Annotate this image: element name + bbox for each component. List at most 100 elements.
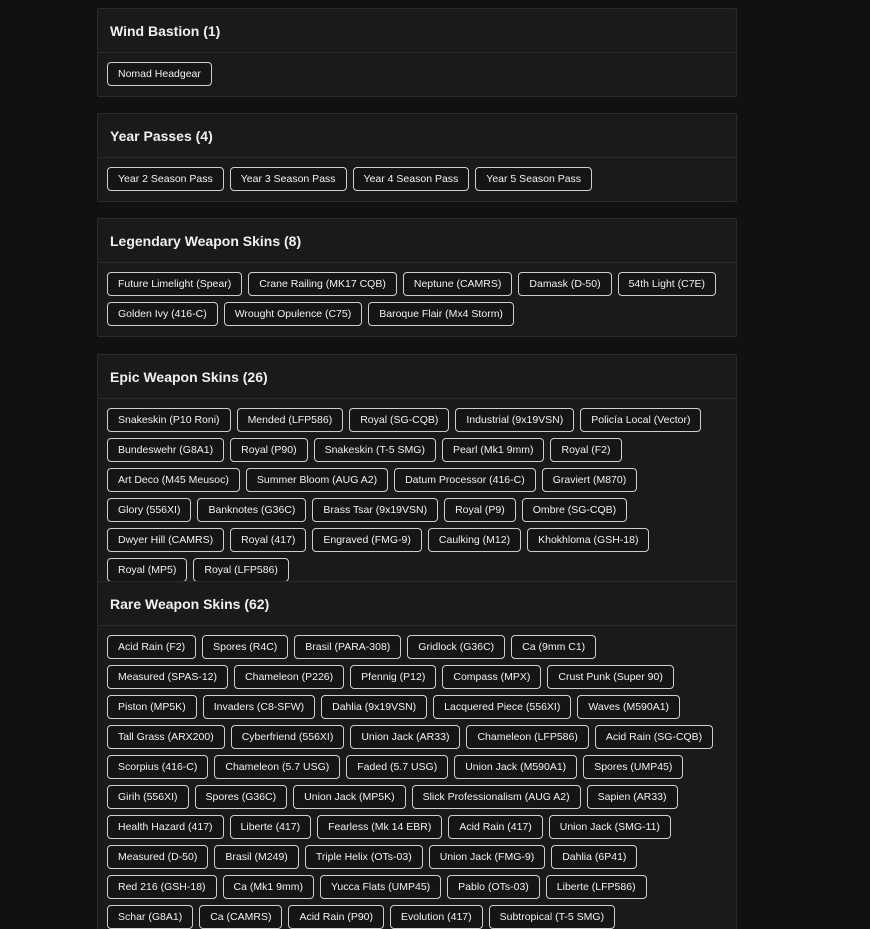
item-chip[interactable]: Health Hazard (417) xyxy=(107,815,224,839)
item-chip[interactable]: Spores (G36C) xyxy=(194,785,288,809)
item-chip[interactable]: Dwyer Hill (CAMRS) xyxy=(107,528,225,552)
item-chip[interactable]: Acid Rain (417) xyxy=(448,815,543,839)
item-chip[interactable]: Crane Railing (MK17 CQB) xyxy=(248,272,397,296)
item-chip[interactable]: Ombre (SG-CQB) xyxy=(521,498,628,522)
section-title: Legendary Weapon Skins (8) xyxy=(98,219,736,263)
item-chip[interactable]: Pearl (Mk1 9mm) xyxy=(441,438,545,462)
item-list: Year 2 Season Pass Year 3 Season Pass Year… xyxy=(98,158,736,201)
item-chip[interactable]: Union Jack (M590A1) xyxy=(454,755,578,779)
item-chip[interactable]: Measured (SPAS-12) xyxy=(107,665,229,689)
item-chip[interactable]: Year 5 Season Pass xyxy=(475,167,593,191)
item-chip[interactable]: Banknotes (G36C) xyxy=(197,498,307,522)
item-chip[interactable]: Acid Rain (SG-CQB) xyxy=(594,725,714,749)
item-chip[interactable]: Lacquered Piece (556XI) xyxy=(433,695,572,719)
item-chip[interactable]: Industrial (9x19VSN) xyxy=(455,408,575,432)
item-chip[interactable]: Nomad Headgear xyxy=(107,62,212,86)
item-chip[interactable]: Cyberfriend (556XI) xyxy=(230,725,345,749)
item-chip[interactable]: Sapien (AR33) xyxy=(586,785,678,809)
item-chip[interactable]: Liberte (LFP586) xyxy=(545,875,647,899)
item-chip[interactable]: Year 2 Season Pass xyxy=(107,167,224,191)
item-chip[interactable]: Caulking (M12) xyxy=(427,528,522,552)
item-chip[interactable]: Triple Helix (OTs-03) xyxy=(304,845,423,869)
item-chip[interactable]: Royal (MP5) xyxy=(107,558,188,582)
item-chip[interactable]: Royal (F2) xyxy=(550,438,622,462)
item-chip[interactable]: Policía Local (Vector) xyxy=(580,408,702,432)
item-chip[interactable]: 54th Light (C7E) xyxy=(617,272,717,296)
item-chip[interactable]: Spores (UMP45) xyxy=(583,755,684,779)
item-chip[interactable]: Compass (MPX) xyxy=(442,665,542,689)
item-chip[interactable]: Royal (417) xyxy=(230,528,307,552)
item-chip[interactable]: Yucca Flats (UMP45) xyxy=(319,875,442,899)
section-title: Epic Weapon Skins (26) xyxy=(98,355,736,399)
section-wind-bastion: Wind Bastion (1) Nomad Headgear xyxy=(97,8,737,97)
item-chip[interactable]: Chameleon (LFP586) xyxy=(466,725,589,749)
item-chip[interactable]: Royal (SG-CQB) xyxy=(349,408,450,432)
section-title: Wind Bastion (1) xyxy=(98,9,736,53)
item-chip[interactable]: Chameleon (5.7 USG) xyxy=(214,755,341,779)
item-chip[interactable]: Pfennig (P12) xyxy=(350,665,437,689)
item-list: Nomad Headgear xyxy=(98,53,736,96)
item-chip[interactable]: Art Deco (M45 Meusoc) xyxy=(107,468,240,492)
item-chip[interactable]: Khokhloma (GSH-18) xyxy=(527,528,650,552)
item-chip[interactable]: Measured (D-50) xyxy=(107,845,209,869)
item-chip[interactable]: Engraved (FMG-9) xyxy=(312,528,422,552)
item-chip[interactable]: Ca (CAMRS) xyxy=(199,905,283,929)
item-chip[interactable]: Bundeswehr (G8A1) xyxy=(107,438,225,462)
item-chip[interactable]: Wrought Opulence (C75) xyxy=(223,302,363,326)
item-chip[interactable]: Waves (M590A1) xyxy=(577,695,681,719)
item-chip[interactable]: Piston (MP5K) xyxy=(107,695,197,719)
item-chip[interactable]: Fearless (Mk 14 EBR) xyxy=(317,815,443,839)
item-chip[interactable]: Royal (P9) xyxy=(444,498,516,522)
item-chip[interactable]: Damask (D-50) xyxy=(518,272,612,296)
item-chip[interactable]: Snakeskin (P10 Roni) xyxy=(107,408,231,432)
item-chip[interactable]: Dahlia (9x19VSN) xyxy=(321,695,428,719)
item-chip[interactable]: Red 216 (GSH-18) xyxy=(107,875,217,899)
section-rare-weapon-skins: Rare Weapon Skins (62) Acid Rain (F2) Spo… xyxy=(97,581,737,929)
item-chip[interactable]: Union Jack (SMG-11) xyxy=(548,815,671,839)
item-chip[interactable]: Chameleon (P226) xyxy=(234,665,345,689)
item-chip[interactable]: Snakeskin (T-5 SMG) xyxy=(313,438,436,462)
item-chip[interactable]: Golden Ivy (416-C) xyxy=(107,302,218,326)
item-chip[interactable]: Acid Rain (P90) xyxy=(288,905,384,929)
item-chip[interactable]: Schar (G8A1) xyxy=(107,905,194,929)
item-chip[interactable]: Neptune (CAMRS) xyxy=(402,272,513,296)
item-chip[interactable]: Tall Grass (ARX200) xyxy=(107,725,225,749)
item-chip[interactable]: Royal (P90) xyxy=(230,438,308,462)
item-chip[interactable]: Royal (LFP586) xyxy=(193,558,289,582)
item-chip[interactable]: Ca (Mk1 9mm) xyxy=(222,875,314,899)
item-chip[interactable]: Union Jack (MP5K) xyxy=(293,785,406,809)
item-list: Acid Rain (F2) Spores (R4C) Brasil (PARA-3… xyxy=(98,626,736,929)
item-chip[interactable]: Glory (556XI) xyxy=(107,498,192,522)
item-chip[interactable]: Year 3 Season Pass xyxy=(229,167,347,191)
section-legendary-weapon-skins: Legendary Weapon Skins (8) Future Limeli… xyxy=(97,218,737,337)
section-year-passes: Year Passes (4) Year 2 Season Pass Year 3… xyxy=(97,113,737,202)
item-chip[interactable]: Liberte (417) xyxy=(229,815,312,839)
item-chip[interactable]: Brass Tsar (9x19VSN) xyxy=(312,498,439,522)
item-chip[interactable]: Brasil (M249) xyxy=(214,845,299,869)
item-chip[interactable]: Subtropical (T-5 SMG) xyxy=(488,905,616,929)
item-chip[interactable]: Graviert (M870) xyxy=(541,468,638,492)
item-chip[interactable]: Mended (LFP586) xyxy=(236,408,344,432)
item-chip[interactable]: Crust Punk (Super 90) xyxy=(547,665,674,689)
item-chip[interactable]: Future Limelight (Spear) xyxy=(107,272,243,296)
item-chip[interactable]: Gridlock (G36C) xyxy=(407,635,506,659)
item-chip[interactable]: Union Jack (FMG-9) xyxy=(428,845,546,869)
item-chip[interactable]: Dahlia (6P41) xyxy=(551,845,638,869)
item-list: Future Limelight (Spear) Crane Railing (M… xyxy=(98,263,736,336)
item-chip[interactable]: Girih (556XI) xyxy=(107,785,189,809)
item-chip[interactable]: Pablo (OTs-03) xyxy=(447,875,540,899)
item-chip[interactable]: Acid Rain (F2) xyxy=(107,635,197,659)
item-chip[interactable]: Brasil (PARA-308) xyxy=(294,635,402,659)
item-chip[interactable]: Baroque Flair (Mx4 Storm) xyxy=(368,302,514,326)
item-chip[interactable]: Slick Professionalism (AUG A2) xyxy=(411,785,581,809)
item-chip[interactable]: Spores (R4C) xyxy=(202,635,289,659)
item-chip[interactable]: Scorpius (416-C) xyxy=(107,755,209,779)
item-chip[interactable]: Year 4 Season Pass xyxy=(352,167,470,191)
item-chip[interactable]: Union Jack (AR33) xyxy=(350,725,461,749)
item-chip[interactable]: Datum Processor (416-C) xyxy=(394,468,536,492)
item-chip[interactable]: Evolution (417) xyxy=(390,905,483,929)
item-chip[interactable]: Summer Bloom (AUG A2) xyxy=(245,468,389,492)
item-chip[interactable]: Ca (9mm C1) xyxy=(511,635,597,659)
item-chip[interactable]: Faded (5.7 USG) xyxy=(346,755,449,779)
item-chip[interactable]: Invaders (C8-SFW) xyxy=(202,695,316,719)
